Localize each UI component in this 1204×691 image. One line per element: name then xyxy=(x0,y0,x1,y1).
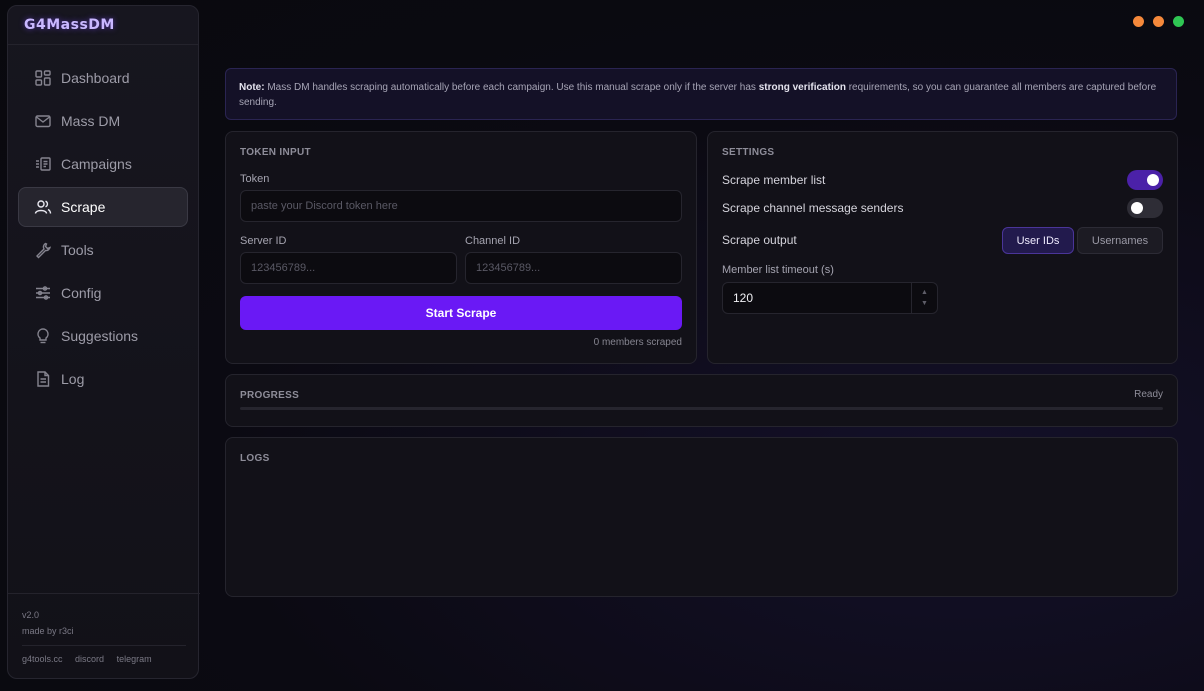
stepper-up-icon[interactable]: ▲ xyxy=(921,287,928,298)
window-controls xyxy=(1133,16,1184,27)
sidebar-item-label: Mass DM xyxy=(61,113,121,129)
toggle-knob xyxy=(1147,174,1159,186)
token-input-card: TOKEN INPUT Token paste your Discord tok… xyxy=(225,131,697,364)
sidebar-nav: Dashboard Mass DM Campaigns Scrape Tools… xyxy=(18,58,188,402)
timeout-stepper[interactable]: ▲ ▼ xyxy=(911,283,937,313)
footer-links: g4tools.cc discord telegram xyxy=(22,654,186,664)
sidebar-item-label: Campaigns xyxy=(61,156,132,172)
sidebar-item-campaigns[interactable]: Campaigns xyxy=(18,144,188,184)
channel-id-label: Channel ID xyxy=(465,235,521,247)
start-scrape-button[interactable]: Start Scrape xyxy=(240,296,682,330)
note-emphasis: strong verification xyxy=(758,82,846,93)
note-text: Mass DM handles scraping automatically b… xyxy=(264,82,759,93)
mail-icon xyxy=(35,115,51,128)
sidebar-item-tools[interactable]: Tools xyxy=(18,230,188,270)
link-telegram[interactable]: telegram xyxy=(117,654,152,664)
card-title: SETTINGS xyxy=(722,147,775,158)
app-logo: G4MassDM xyxy=(24,17,115,33)
members-scraped-status: 0 members scraped xyxy=(593,337,682,348)
sidebar-item-dashboard[interactable]: Dashboard xyxy=(18,58,188,98)
window-dot-minimize[interactable] xyxy=(1133,16,1144,27)
sidebar: G4MassDM Dashboard Mass DM Campaigns Scr… xyxy=(7,5,200,679)
sliders-icon xyxy=(36,286,50,300)
divider xyxy=(22,645,186,646)
logs-card: LOGS xyxy=(225,437,1178,597)
sidebar-item-log[interactable]: Log xyxy=(18,359,188,399)
dashboard-icon xyxy=(35,70,51,86)
card-title: TOKEN INPUT xyxy=(240,147,311,158)
scrape-member-list-label: Scrape member list xyxy=(722,173,826,187)
campaigns-icon xyxy=(36,157,51,171)
progress-status: Ready xyxy=(1134,389,1163,400)
divider xyxy=(8,593,200,594)
toggle-knob xyxy=(1131,202,1143,214)
window-dot-maximize[interactable] xyxy=(1153,16,1164,27)
users-icon xyxy=(34,200,52,214)
channel-id-input[interactable]: 123456789... xyxy=(465,252,682,284)
token-input[interactable]: paste your Discord token here xyxy=(240,190,682,222)
settings-card: SETTINGS Scrape member list Scrape chann… xyxy=(707,131,1178,364)
sidebar-item-label: Scrape xyxy=(61,199,106,215)
sidebar-footer: v2.0 made by r3ci g4tools.cc discord tel… xyxy=(8,593,200,664)
timeout-label: Member list timeout (s) xyxy=(722,264,834,276)
stepper-down-icon[interactable]: ▼ xyxy=(921,298,928,309)
progress-card: PROGRESS Ready xyxy=(225,374,1178,427)
scrape-senders-toggle[interactable] xyxy=(1127,198,1163,218)
version-label: v2.0 xyxy=(22,610,40,620)
sidebar-item-label: Config xyxy=(61,285,102,301)
output-user-ids-button[interactable]: User IDs xyxy=(1002,227,1074,254)
timeout-input[interactable]: 120 ▲ ▼ xyxy=(722,282,938,314)
sidebar-item-label: Tools xyxy=(61,242,94,258)
server-id-label: Server ID xyxy=(240,235,287,247)
sidebar-item-label: Log xyxy=(61,371,85,387)
timeout-value: 120 xyxy=(733,291,754,305)
sidebar-item-scrape[interactable]: Scrape xyxy=(18,187,188,227)
author-label: made by r3ci xyxy=(22,626,74,636)
link-discord[interactable]: discord xyxy=(75,654,104,664)
sidebar-item-config[interactable]: Config xyxy=(18,273,188,313)
sidebar-item-label: Suggestions xyxy=(61,328,139,344)
scrape-senders-label: Scrape channel message senders xyxy=(722,201,904,215)
note-banner: Note: Mass DM handles scraping automatic… xyxy=(225,68,1177,120)
window-dot-close[interactable] xyxy=(1173,16,1184,27)
progress-bar xyxy=(240,407,1163,410)
sidebar-item-mass-dm[interactable]: Mass DM xyxy=(18,101,188,141)
divider xyxy=(8,44,198,45)
lightbulb-icon xyxy=(37,328,49,344)
link-website[interactable]: g4tools.cc xyxy=(22,654,63,664)
document-icon xyxy=(37,371,50,387)
sidebar-item-label: Dashboard xyxy=(61,70,130,86)
note-prefix: Note: xyxy=(239,82,265,93)
card-title: LOGS xyxy=(240,453,270,464)
scrape-output-label: Scrape output xyxy=(722,233,797,247)
server-id-input[interactable]: 123456789... xyxy=(240,252,457,284)
scrape-member-list-toggle[interactable] xyxy=(1127,170,1163,190)
output-usernames-button[interactable]: Usernames xyxy=(1077,227,1163,254)
sidebar-item-suggestions[interactable]: Suggestions xyxy=(18,316,188,356)
token-label: Token xyxy=(240,173,270,185)
card-title: PROGRESS xyxy=(240,390,300,401)
wrench-icon xyxy=(36,242,52,259)
